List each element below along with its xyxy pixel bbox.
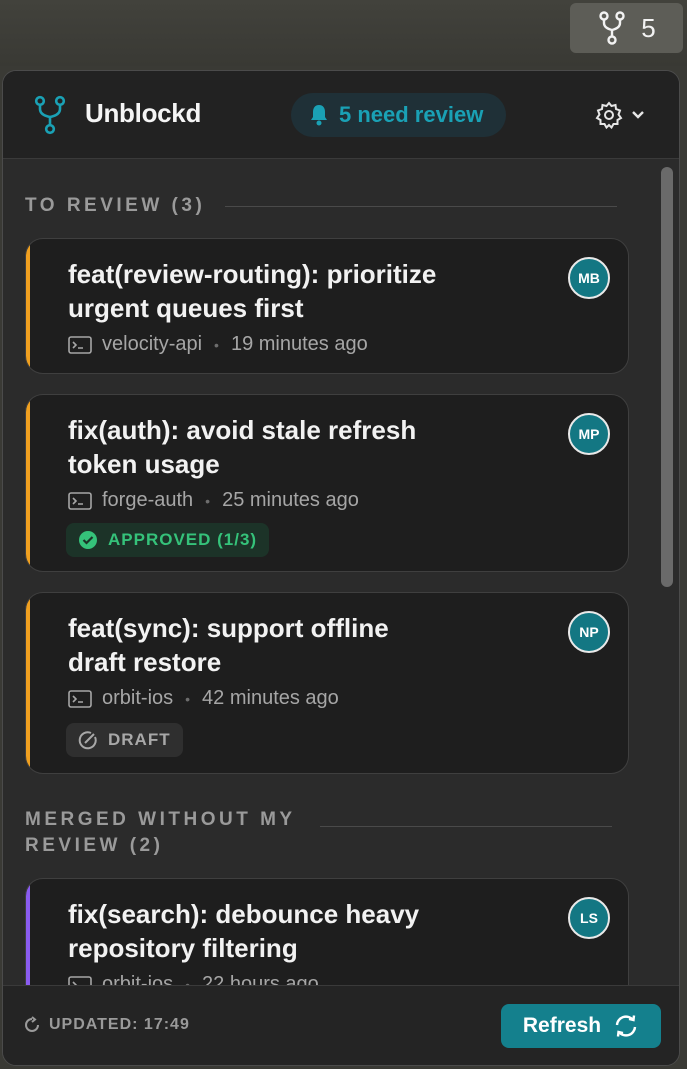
pr-card[interactable]: fix(search): debounce heavy repository f… (25, 878, 629, 987)
card-accent (26, 395, 30, 571)
pr-title-line: draft restore (68, 647, 222, 677)
last-updated: UPDATED: 17:49 (23, 1016, 190, 1034)
repo-name: velocity-api (102, 333, 203, 355)
draft-badge: DRAFT (66, 723, 183, 757)
card-accent (26, 239, 30, 373)
need-review-pill[interactable]: 5 need review (291, 93, 506, 137)
pr-card[interactable]: feat(sync): support offline draft restor… (25, 592, 629, 774)
section-title: MERGED WITHOUT MY REVIEW (2) (25, 807, 296, 859)
pr-title: feat(sync): support offline draft restor… (68, 611, 508, 679)
pr-title-line: token usage (68, 449, 220, 479)
avatar: MB (568, 257, 610, 299)
pr-card[interactable]: fix(auth): avoid stale refresh token usa… (25, 394, 629, 572)
git-fork-icon (599, 11, 625, 45)
panel-header: Unblockd 5 need review (3, 71, 679, 159)
gear-icon (595, 101, 623, 129)
avatar: MP (568, 413, 610, 455)
repo-name: orbit-ios (102, 687, 174, 709)
pr-list[interactable]: TO REVIEW (3) feat(review-routing): prio… (3, 159, 679, 987)
pr-title-line: fix(search): debounce heavy (68, 899, 420, 929)
badge-label: APPROVED (1/3) (108, 530, 258, 549)
settings-menu-button[interactable] (595, 99, 645, 131)
scrollbar-thumb[interactable] (661, 167, 673, 587)
tray-status-item[interactable]: 5 (570, 3, 683, 53)
section-divider (319, 825, 612, 827)
pr-meta: orbit-ios • 42 minutes ago (68, 687, 339, 710)
pr-meta: velocity-api • 19 minutes ago (68, 333, 368, 356)
popover-panel: Unblockd 5 need review TO REVIEW (3) fea… (2, 70, 680, 1066)
pr-time: 42 minutes ago (202, 687, 339, 709)
repo-name: forge-auth (102, 489, 194, 511)
tray-count: 5 (641, 12, 656, 43)
check-circle-icon (79, 531, 97, 549)
section-title-line: MERGED WITHOUT MY (25, 809, 296, 830)
pr-title: fix(search): debounce heavy repository f… (68, 897, 508, 965)
pr-meta: forge-auth • 25 minutes ago (68, 489, 359, 512)
pr-title-line: repository filtering (68, 933, 298, 963)
updated-label: UPDATED: 17:49 (49, 1016, 190, 1033)
app-title: Unblockd (85, 98, 202, 128)
pr-card[interactable]: feat(review-routing): prioritize urgent … (25, 238, 629, 374)
section-title-line: REVIEW (2) (25, 835, 164, 856)
section-header-merged: MERGED WITHOUT MY REVIEW (2) (25, 807, 612, 859)
card-accent (26, 879, 30, 987)
menubar: 5 (0, 0, 687, 66)
approved-badge: APPROVED (1/3) (66, 523, 270, 557)
pr-time: 19 minutes ago (230, 333, 368, 355)
refresh-label: Refresh (522, 1014, 602, 1037)
chevron-down-icon (632, 111, 644, 119)
pr-title-line: urgent queues first (68, 293, 304, 323)
terminal-icon (68, 335, 92, 354)
section-header-to-review: TO REVIEW (3) (25, 195, 618, 217)
refresh-button[interactable]: Refresh (501, 1004, 661, 1048)
terminal-icon (68, 689, 92, 708)
avatar: LS (568, 897, 610, 939)
draft-icon (78, 731, 97, 750)
pr-title-line: feat(review-routing): prioritize (68, 259, 437, 289)
terminal-icon (68, 491, 92, 510)
pr-title: fix(auth): avoid stale refresh token usa… (68, 413, 508, 481)
badge-label: DRAFT (108, 730, 171, 749)
pr-time: 25 minutes ago (222, 489, 359, 511)
separator-dot: • (205, 492, 211, 509)
avatar: NP (568, 611, 610, 653)
separator-dot: • (185, 690, 191, 707)
panel-footer: UPDATED: 17:49 Refresh (3, 985, 679, 1065)
pr-title-line: fix(auth): avoid stale refresh (68, 415, 417, 445)
section-title: TO REVIEW (3) (25, 195, 206, 216)
pr-title: feat(review-routing): prioritize urgent … (68, 257, 508, 325)
git-fork-icon (34, 95, 66, 135)
separator-dot: • (214, 336, 219, 353)
pr-title-line: feat(sync): support offline (68, 613, 389, 643)
need-review-label: 5 need review (339, 102, 484, 127)
bell-icon (311, 105, 327, 126)
refresh-icon (615, 1015, 637, 1037)
refresh-icon (25, 1016, 39, 1032)
section-divider (225, 205, 618, 207)
card-accent (26, 593, 30, 773)
